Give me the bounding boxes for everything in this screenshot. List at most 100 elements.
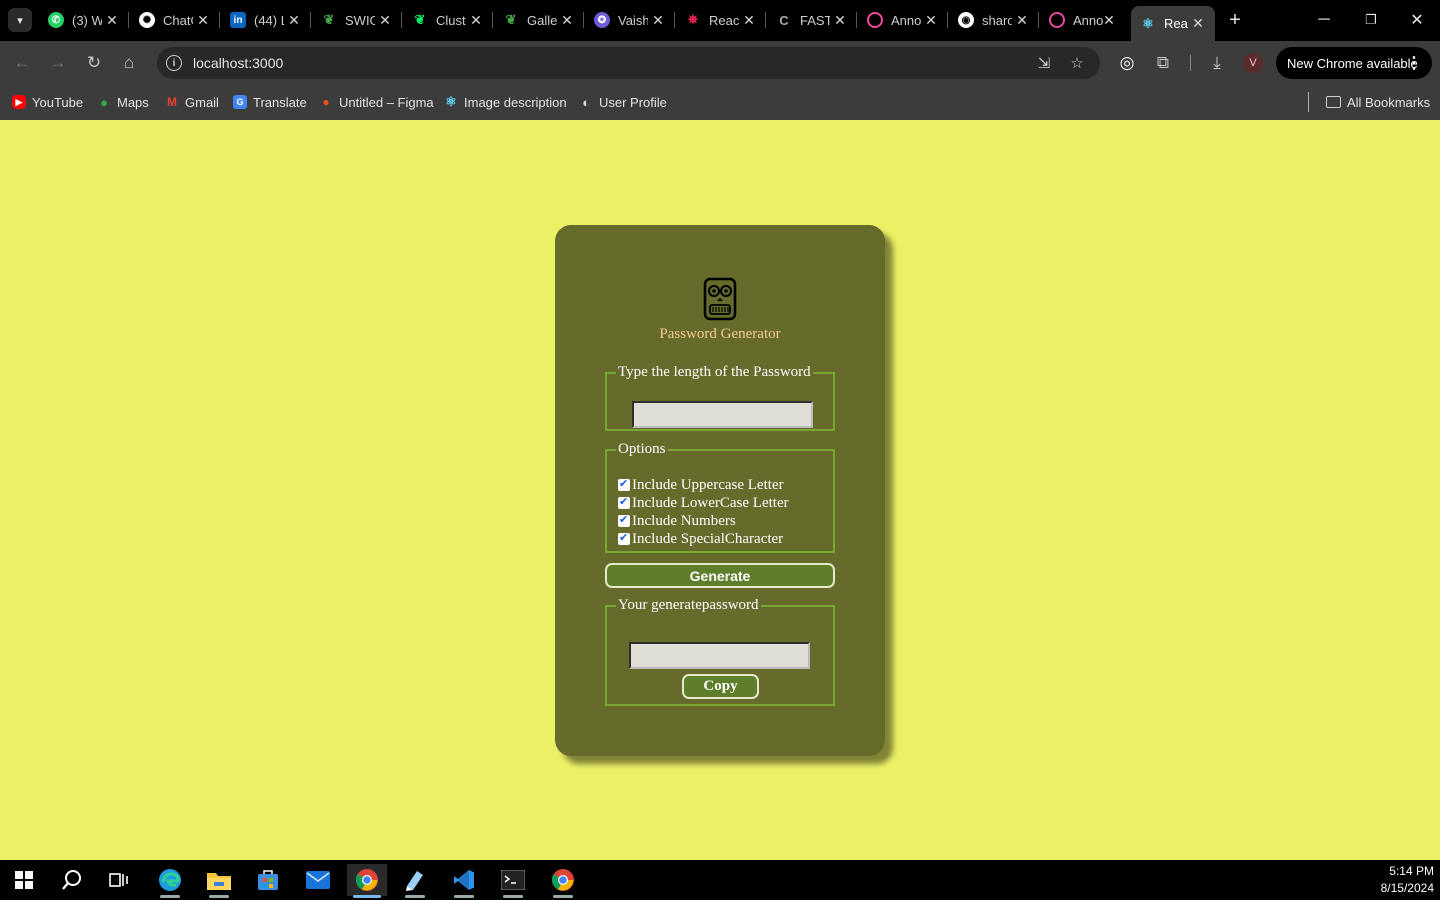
reload-icon[interactable]: ↻: [82, 51, 106, 75]
youtube-icon: ▶: [12, 95, 26, 109]
tab-search-button[interactable]: ▾: [8, 8, 32, 32]
tab-gallery[interactable]: ❦ Gallery ✕: [503, 6, 575, 34]
figma-icon: ●: [322, 95, 330, 109]
tab-chatgpt[interactable]: ✺ ChatGPT ✕: [139, 6, 211, 34]
copy-button[interactable]: Copy: [682, 674, 759, 699]
tab-swiggy[interactable]: ❦ SWIGGY ✕: [321, 6, 393, 34]
length-legend: Type the length of the Password: [618, 364, 811, 380]
close-tab-icon[interactable]: ✕: [1101, 12, 1117, 28]
restore-icon[interactable]: ❐: [1359, 8, 1383, 32]
output-legend: Your generatepassword: [618, 597, 759, 613]
annotation-icon: [1049, 12, 1065, 28]
bookmark-gmail[interactable]: M Gmail: [165, 92, 219, 112]
tab-cluster[interactable]: ❦ Cluster ✕: [412, 6, 484, 34]
bookmark-user-profile[interactable]: ◐ User Profile: [579, 92, 667, 112]
password-length-input[interactable]: [632, 401, 813, 428]
bookmarks-bar: ▶ YouTube ● Maps M Gmail G Translate ● U…: [0, 85, 1440, 120]
generate-button[interactable]: Generate: [605, 563, 835, 588]
close-window-icon[interactable]: ✕: [1405, 8, 1429, 32]
install-app-icon[interactable]: ⇲: [1034, 53, 1054, 73]
start-icon[interactable]: [4, 864, 44, 896]
chrome-update-button[interactable]: New Chrome available ⋮: [1276, 47, 1432, 79]
generated-password-field[interactable]: [629, 642, 810, 669]
notepad-icon[interactable]: [395, 864, 435, 898]
terminal-icon[interactable]: [493, 864, 533, 898]
chrome-icon[interactable]: [347, 864, 387, 898]
react-icon: ⚛: [445, 94, 457, 109]
file-explorer-icon[interactable]: [199, 864, 239, 898]
close-tab-icon[interactable]: ✕: [286, 12, 302, 28]
tab-vaishnav[interactable]: ✪ Vaishnav ✕: [594, 6, 666, 34]
windows-taskbar: 5:14 PM 8/15/2024: [0, 860, 1440, 900]
chrome-profile-icon[interactable]: [543, 864, 583, 898]
tab-react-app-active[interactable]: ⚛ React App ✕: [1131, 6, 1215, 41]
close-tab-icon[interactable]: ✕: [559, 12, 575, 28]
close-tab-icon[interactable]: ✕: [1190, 15, 1206, 32]
bookmark-translate[interactable]: G Translate: [233, 92, 307, 112]
tab-whatsapp[interactable]: ✆ (3) WhatsApp ✕: [48, 6, 120, 34]
back-icon[interactable]: ←: [10, 51, 34, 75]
tab-annotation[interactable]: Annotation ✕: [867, 6, 939, 34]
numbers-checkbox[interactable]: [618, 513, 630, 527]
linkedin-icon: in: [230, 12, 246, 28]
tab-react[interactable]: ✵ React ✕: [685, 6, 757, 34]
edge-icon[interactable]: [150, 864, 190, 898]
extensions-puzzle-icon[interactable]: ⧉: [1151, 51, 1175, 75]
microsoft-store-icon[interactable]: [248, 864, 288, 896]
new-tab-icon[interactable]: +: [1224, 9, 1246, 31]
home-icon[interactable]: ⌂: [117, 51, 141, 75]
mail-icon[interactable]: [298, 864, 338, 896]
special-checkbox[interactable]: [618, 531, 630, 545]
option-numbers[interactable]: Include Numbers: [618, 512, 736, 530]
address-bar[interactable]: i localhost:3000 ⇲ ☆: [157, 47, 1100, 79]
url-text[interactable]: localhost:3000: [193, 55, 283, 71]
option-uppercase[interactable]: Include Uppercase Letter: [618, 476, 784, 494]
forward-icon[interactable]: →: [46, 51, 70, 75]
react-icon: ✵: [687, 12, 699, 27]
system-clock[interactable]: 5:14 PM 8/15/2024: [1381, 863, 1434, 897]
close-tab-icon[interactable]: ✕: [923, 12, 939, 28]
option-lowercase[interactable]: Include LowerCase Letter: [618, 494, 789, 512]
uppercase-checkbox[interactable]: [618, 477, 630, 491]
site-info-icon[interactable]: i: [166, 55, 182, 71]
extension-icon[interactable]: ◎: [1115, 51, 1139, 75]
all-bookmarks-button[interactable]: All Bookmarks: [1326, 92, 1430, 112]
bookmark-figma[interactable]: ● Untitled – Figma: [319, 92, 433, 112]
options-legend: Options: [618, 441, 666, 457]
task-view-icon[interactable]: [99, 864, 139, 896]
close-tab-icon[interactable]: ✕: [1014, 12, 1030, 28]
search-icon[interactable]: [52, 864, 92, 896]
chatgpt-icon: ✺: [139, 12, 155, 28]
download-icon[interactable]: ⤓: [1205, 51, 1229, 75]
close-tab-icon[interactable]: ✕: [195, 12, 211, 28]
bookmark-youtube[interactable]: ▶ YouTube: [12, 92, 83, 112]
mongodb-leaf-icon: ❦: [505, 12, 517, 27]
option-special[interactable]: Include SpecialCharacter: [618, 530, 783, 548]
tab-github[interactable]: ◉ sharon ✕: [958, 6, 1030, 34]
tab-linkedin[interactable]: in (44) LinkedIn ✕: [230, 6, 302, 34]
close-tab-icon[interactable]: ✕: [741, 12, 757, 28]
tab-annotation-2[interactable]: Annotation ✕: [1049, 6, 1117, 34]
close-tab-icon[interactable]: ✕: [650, 12, 666, 28]
folder-icon: [1326, 96, 1341, 108]
maps-pin-icon: ●: [100, 94, 108, 110]
tab-fastapi[interactable]: C FASTAPI ✕: [776, 6, 848, 34]
length-fieldset: Type the length of the Password: [605, 364, 835, 431]
close-tab-icon[interactable]: ✕: [832, 12, 848, 28]
close-tab-icon[interactable]: ✕: [468, 12, 484, 28]
lowercase-checkbox[interactable]: [618, 495, 630, 509]
bookmark-maps[interactable]: ● Maps: [97, 92, 149, 112]
close-tab-icon[interactable]: ✕: [104, 12, 120, 28]
github-icon: ◉: [958, 12, 974, 28]
bookmark-image-description[interactable]: ⚛ Image description: [444, 92, 566, 112]
password-generator-card: Password Generator Type the length of th…: [555, 225, 885, 756]
close-tab-icon[interactable]: ✕: [377, 12, 393, 28]
minimize-icon[interactable]: ─: [1312, 8, 1336, 32]
menu-dots-icon: ⋮: [1406, 55, 1422, 72]
mongodb-leaf-icon: ❦: [414, 12, 426, 27]
bookmark-star-icon[interactable]: ☆: [1067, 53, 1087, 73]
profile-avatar[interactable]: V: [1243, 53, 1263, 73]
mongodb-leaf-icon: ❦: [323, 12, 335, 27]
vscode-icon[interactable]: [444, 864, 484, 898]
translate-icon: G: [233, 95, 247, 109]
